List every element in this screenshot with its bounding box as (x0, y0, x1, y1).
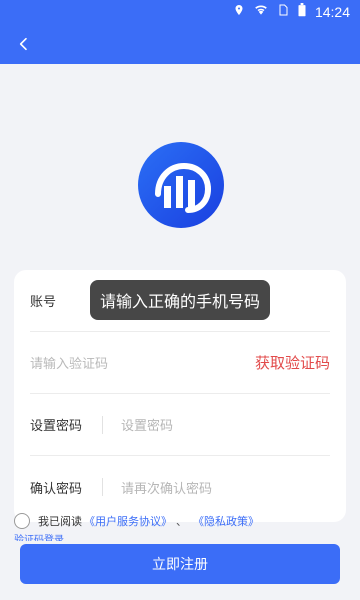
location-icon (233, 3, 245, 21)
battery-icon (297, 3, 307, 21)
register-button[interactable]: 立即注册 (20, 544, 340, 584)
privacy-policy-link[interactable]: 《隐私政策》 (193, 513, 259, 529)
set-password-row[interactable]: 设置密码 设置密码 (30, 394, 330, 456)
agreement-prefix: 我已阅读 (38, 515, 82, 528)
code-row[interactable]: 请输入验证码 获取验证码 (30, 332, 330, 394)
status-icons: 14:24 (233, 3, 350, 21)
confirm-password-label: 确认密码 (30, 481, 83, 497)
confirm-password-row[interactable]: 确认密码 请再次确认密码 (30, 456, 330, 518)
status-time: 14:24 (314, 4, 350, 20)
toast-message: 请输入正确的手机号码 (90, 280, 270, 320)
user-agreement-link[interactable]: 《用户服务协议》 (84, 513, 172, 529)
agreement-separator: 、 (176, 515, 187, 528)
get-code-button[interactable]: 获取验证码 (255, 352, 330, 373)
agreement-row: 我已阅读 《用户服务协议》 、 《隐私政策》 (14, 510, 259, 532)
back-button[interactable] (10, 30, 38, 58)
divider (102, 478, 103, 496)
wifi-icon (253, 3, 269, 21)
code-login-link[interactable]: 验证码登录 (14, 531, 64, 541)
status-bar: 14:24 (0, 0, 360, 24)
sim-icon (277, 3, 289, 21)
set-password-label: 设置密码 (30, 419, 83, 434)
app-logo (138, 142, 224, 228)
divider (102, 415, 103, 434)
code-input[interactable]: 请输入验证码 (30, 353, 255, 372)
app-bar (0, 24, 360, 64)
set-password-input[interactable]: 设置密码 (121, 415, 330, 434)
back-icon (19, 37, 27, 51)
confirm-password-input[interactable]: 请再次确认密码 (121, 478, 330, 497)
agreement-checkbox[interactable] (14, 513, 30, 529)
